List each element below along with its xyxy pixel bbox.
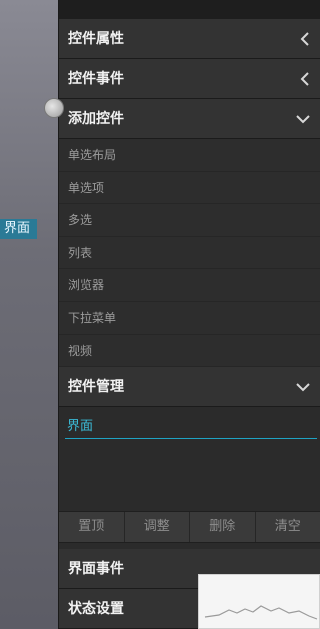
chevron-left-icon <box>294 19 310 59</box>
section-manage[interactable]: 控件管理 <box>59 367 320 408</box>
section-add-control-label: 添加控件 <box>68 111 124 127</box>
manager-button-row: 置顶 调整 删除 清空 <box>59 511 320 544</box>
section-properties[interactable]: 控件属性 <box>59 19 320 59</box>
add-item-video[interactable]: 视频 <box>59 334 320 368</box>
overlay-popup <box>198 574 320 629</box>
chevron-down-icon <box>294 367 310 407</box>
screen-tag[interactable]: 界面 <box>0 219 37 239</box>
section-events-label: 控件事件 <box>68 71 124 87</box>
panel-top-strip <box>59 0 320 19</box>
delete-button[interactable]: 删除 <box>190 512 256 543</box>
clear-button[interactable]: 清空 <box>255 512 320 543</box>
design-canvas[interactable] <box>0 0 58 629</box>
section-state-label: 状态设置 <box>68 601 124 618</box>
add-item-checkbox[interactable]: 多选 <box>59 204 320 237</box>
add-item-radio[interactable]: 单选项 <box>59 171 320 205</box>
squiggle-graphic <box>204 605 318 620</box>
section-screen-events-label: 界面事件 <box>68 561 124 578</box>
section-events[interactable]: 控件事件 <box>59 59 320 99</box>
chevron-down-icon <box>294 99 310 139</box>
section-add-control[interactable]: 添加控件 <box>59 99 320 139</box>
pin-top-button[interactable]: 置顶 <box>59 512 125 543</box>
add-item-list[interactable]: 列表 <box>59 236 320 270</box>
section-manage-label: 控件管理 <box>68 379 124 396</box>
adjust-button[interactable]: 调整 <box>124 512 190 543</box>
properties-panel: 控件属性 控件事件 添加控件 单选布局 单选项 多选 列表 浏览器 下拉菜单 视… <box>58 0 320 629</box>
drag-handle[interactable] <box>44 98 64 118</box>
add-item-radio-layout[interactable]: 单选布局 <box>59 139 320 172</box>
add-item-dropdown[interactable]: 下拉菜单 <box>59 301 320 335</box>
control-manager-field[interactable]: 界面 <box>65 415 317 440</box>
control-manager-area: 界面 <box>59 407 320 512</box>
add-item-browser[interactable]: 浏览器 <box>59 269 320 302</box>
section-properties-label: 控件属性 <box>68 31 124 47</box>
chevron-left-icon <box>294 59 310 99</box>
